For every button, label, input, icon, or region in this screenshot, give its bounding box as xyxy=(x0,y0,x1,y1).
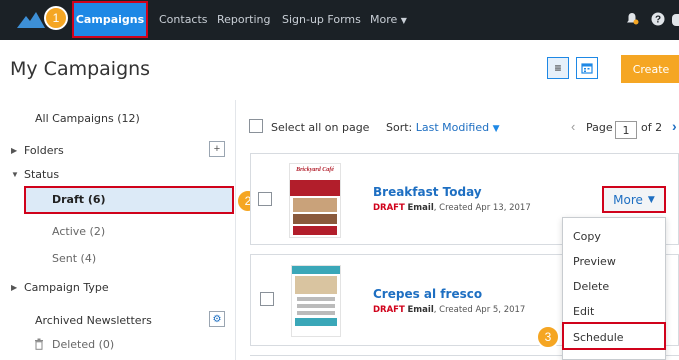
gear-icon: ⚙ xyxy=(212,313,222,325)
nav-reporting[interactable]: Reporting xyxy=(217,0,270,40)
select-all-checkbox[interactable] xyxy=(249,119,263,133)
campaign-meta: DRAFT Email, Created Apr 13, 2017 xyxy=(373,203,531,213)
step-1-badge: 1 xyxy=(44,6,68,30)
top-nav: Campaigns Contacts Reporting Sign-up For… xyxy=(0,0,679,40)
list-view-button[interactable]: ≡ xyxy=(547,57,569,79)
more-label: More xyxy=(613,192,643,207)
create-button[interactable]: Create xyxy=(621,55,679,83)
status-badge: DRAFT xyxy=(373,203,405,213)
thumbnail-banner xyxy=(292,266,340,274)
menu-item-copy[interactable]: Copy xyxy=(573,230,601,243)
thumbnail-text xyxy=(297,297,335,301)
thumbnail-text xyxy=(297,304,335,308)
calendar-view-button[interactable] xyxy=(576,57,598,79)
logo-icon[interactable] xyxy=(14,8,48,32)
list-icon: ≡ xyxy=(554,61,562,75)
sidebar-item-draft[interactable]: Draft (6) xyxy=(52,193,106,206)
nav-contacts[interactable]: Contacts xyxy=(159,0,208,40)
campaign-kind: Email xyxy=(407,305,434,315)
page-total: of 2 xyxy=(641,121,663,134)
next-page-icon[interactable]: › xyxy=(672,118,677,134)
nav-campaigns[interactable]: Campaigns xyxy=(72,1,148,38)
bell-icon[interactable] xyxy=(625,12,639,26)
more-button[interactable]: More ▼ xyxy=(602,186,666,213)
step-3-badge: 3 xyxy=(536,325,560,349)
sidebar-item-active[interactable]: Active (2) xyxy=(52,225,105,238)
page-label: Page xyxy=(586,121,613,134)
chevron-down-icon[interactable]: ▼ xyxy=(11,170,19,179)
page-title: My Campaigns xyxy=(10,58,151,80)
page-input[interactable]: 1 xyxy=(615,121,637,139)
menu-item-preview[interactable]: Preview xyxy=(573,255,616,268)
chevron-down-icon: ▼ xyxy=(400,16,407,25)
nav-more-label: More xyxy=(370,13,398,26)
sidebar-item-sent[interactable]: Sent (4) xyxy=(52,252,96,265)
sort-value[interactable]: Last Modified xyxy=(416,121,489,134)
campaign-thumbnail[interactable] xyxy=(291,265,341,337)
status-badge: DRAFT xyxy=(373,305,405,315)
sidebar-campaign-type[interactable]: Campaign Type xyxy=(24,281,109,294)
campaign-name[interactable]: Breakfast Today xyxy=(373,185,482,199)
prev-page-icon[interactable]: ‹ xyxy=(571,119,575,134)
schedule-highlight xyxy=(562,322,666,350)
sidebar-archived-newsletters[interactable]: Archived Newsletters xyxy=(35,314,152,327)
chevron-down-icon: ▼ xyxy=(492,124,500,134)
campaign-created: , Created Apr 13, 2017 xyxy=(433,203,531,213)
sort-control[interactable]: Sort: Last Modified ▼ xyxy=(386,121,500,134)
thumbnail-text xyxy=(297,311,335,315)
add-folder-button[interactable]: + xyxy=(209,141,225,157)
help-icon[interactable]: ? xyxy=(651,12,665,26)
campaign-checkbox[interactable] xyxy=(258,192,272,206)
campaign-created: , Created Apr 5, 2017 xyxy=(433,305,526,315)
thumbnail-photo xyxy=(293,214,337,224)
sidebar-item-deleted[interactable]: Deleted (0) xyxy=(52,338,114,351)
plus-icon: + xyxy=(213,143,221,155)
thumbnail-photo xyxy=(295,276,337,294)
thumbnail-brand: Brickyard Café xyxy=(290,164,340,180)
campaign-meta: DRAFT Email, Created Apr 5, 2017 xyxy=(373,305,525,315)
archive-settings-button[interactable]: ⚙ xyxy=(209,311,225,327)
campaign-thumbnail[interactable]: Brickyard Café xyxy=(289,163,341,238)
sort-label: Sort: xyxy=(386,121,413,134)
nav-signup-forms[interactable]: Sign-up Forms xyxy=(282,0,361,40)
svg-text:?: ? xyxy=(655,15,661,26)
sidebar-all-campaigns[interactable]: All Campaigns (12) xyxy=(35,112,140,125)
campaign-kind: Email xyxy=(407,203,434,213)
sidebar-folders[interactable]: Folders xyxy=(24,144,64,157)
menu-item-edit[interactable]: Edit xyxy=(573,305,594,318)
sidebar-status[interactable]: Status xyxy=(24,168,59,181)
thumbnail-banner xyxy=(290,180,340,196)
campaign-name[interactable]: Crepes al fresco xyxy=(373,287,482,301)
user-avatar-icon[interactable] xyxy=(672,14,679,26)
thumbnail-footer xyxy=(293,226,337,235)
menu-item-delete[interactable]: Delete xyxy=(573,280,609,293)
campaign-checkbox[interactable] xyxy=(260,292,274,306)
divider xyxy=(235,100,236,360)
thumbnail-footer xyxy=(295,318,337,326)
thumbnail-photo xyxy=(293,198,337,212)
chevron-right-icon[interactable]: ▶ xyxy=(11,146,17,155)
trash-icon xyxy=(35,338,43,350)
calendar-icon xyxy=(581,63,593,74)
nav-more[interactable]: More ▼ xyxy=(370,0,407,40)
select-all-label: Select all on page xyxy=(271,121,370,134)
chevron-down-icon: ▼ xyxy=(647,194,655,205)
chevron-right-icon[interactable]: ▶ xyxy=(11,283,17,292)
